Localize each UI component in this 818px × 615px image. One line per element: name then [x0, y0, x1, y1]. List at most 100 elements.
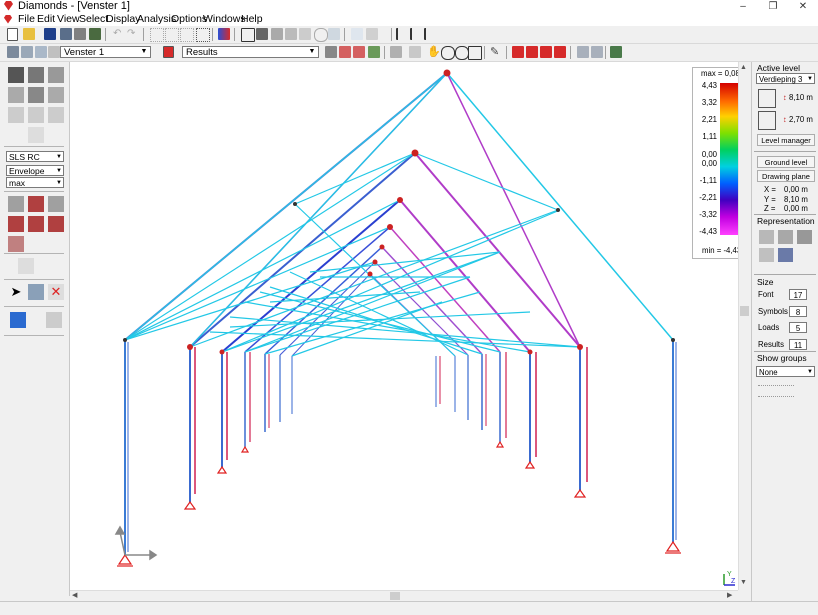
- phase-icon[interactable]: [299, 28, 311, 40]
- window-select[interactable]: Venster 1 ▼: [60, 46, 151, 58]
- node-icon[interactable]: [28, 87, 44, 103]
- diagram-d-icon[interactable]: [512, 46, 524, 58]
- new-file-icon[interactable]: [7, 28, 18, 41]
- settings-view-icon[interactable]: [610, 46, 622, 58]
- rotate-icon[interactable]: [409, 46, 421, 58]
- diagram-v-icon[interactable]: [554, 46, 566, 58]
- wireframe-view-icon[interactable]: [759, 230, 774, 244]
- member-load-icon[interactable]: [28, 67, 44, 83]
- open-folder-icon[interactable]: [23, 28, 35, 40]
- close-window-icon[interactable]: [48, 46, 60, 58]
- zoom-extents-icon[interactable]: [468, 46, 482, 60]
- buckling-icon[interactable]: [8, 236, 24, 252]
- shear-icon[interactable]: [48, 196, 64, 212]
- minimize-button[interactable]: –: [728, 0, 758, 13]
- check-icon[interactable]: [328, 28, 340, 40]
- cross-section-icon[interactable]: [271, 28, 283, 40]
- pan-hand-icon[interactable]: ✋: [427, 46, 441, 58]
- filter-red2-icon[interactable]: [353, 46, 365, 58]
- building-bottom-icon[interactable]: [758, 111, 776, 130]
- line-tool-icon[interactable]: [28, 284, 44, 300]
- size-results-input[interactable]: 11: [789, 339, 807, 350]
- menu-view[interactable]: View: [57, 13, 80, 26]
- print-preview-icon[interactable]: [60, 28, 72, 40]
- maximize-button[interactable]: ❐: [758, 0, 788, 13]
- grid-select3-icon[interactable]: [180, 28, 194, 42]
- group-filter-icon[interactable]: [758, 385, 794, 397]
- zoom-window-icon[interactable]: [325, 46, 337, 58]
- load-combination-select[interactable]: SLS RC ▼: [6, 151, 64, 162]
- window-icon[interactable]: [7, 46, 19, 58]
- select-icon[interactable]: [390, 46, 402, 58]
- view-table-icon[interactable]: [241, 28, 255, 42]
- steel-icon[interactable]: [285, 28, 297, 40]
- disabled-tool-icon[interactable]: [18, 258, 34, 274]
- save-icon[interactable]: [44, 28, 56, 40]
- grid-select2-icon[interactable]: [165, 28, 179, 42]
- surface-load-icon[interactable]: [48, 67, 64, 83]
- redo-icon[interactable]: ↷: [127, 28, 139, 40]
- deformation-icon[interactable]: [8, 196, 24, 212]
- clock-icon[interactable]: [314, 28, 328, 42]
- report-icon[interactable]: [351, 28, 363, 40]
- vertical-scrollbar[interactable]: ▲ ▼: [738, 62, 751, 590]
- undo-icon[interactable]: ↶: [113, 28, 125, 40]
- copy-view-icon[interactable]: [591, 46, 603, 58]
- spring-icon[interactable]: [28, 127, 44, 143]
- size-symbols-input[interactable]: 8: [789, 306, 807, 317]
- support-icon[interactable]: [8, 87, 24, 103]
- tile-icon[interactable]: [21, 46, 33, 58]
- level-manager-button[interactable]: Level manager: [757, 134, 815, 146]
- drawing-canvas[interactable]: Y Z: [70, 62, 738, 590]
- menu-display[interactable]: Display: [106, 13, 140, 26]
- section-view-icon[interactable]: [797, 230, 812, 244]
- layer-icon[interactable]: [368, 46, 380, 58]
- beam-icon[interactable]: [48, 87, 64, 103]
- results-view-icon[interactable]: [163, 46, 174, 58]
- building-top-icon[interactable]: [758, 89, 776, 108]
- close-button[interactable]: ✕: [788, 0, 818, 13]
- pointer-arrow-icon[interactable]: ➤: [8, 284, 24, 300]
- view-select[interactable]: Results ▼: [182, 46, 319, 58]
- horizontal-scroll-thumb[interactable]: [390, 592, 400, 600]
- minmax-select[interactable]: max ▼: [6, 177, 64, 188]
- ground-level-button[interactable]: Ground level: [757, 156, 815, 168]
- scroll-right-icon[interactable]: ▶: [727, 591, 732, 599]
- zoom-in-icon[interactable]: [455, 46, 469, 60]
- calculator-icon[interactable]: [256, 28, 268, 40]
- scroll-down-icon[interactable]: ▼: [740, 579, 747, 586]
- result-colors-icon[interactable]: [218, 28, 230, 40]
- column-icon[interactable]: [8, 107, 24, 123]
- moment-icon[interactable]: [28, 196, 44, 212]
- grid-dots-icon[interactable]: [196, 28, 210, 42]
- load-case-icon[interactable]: [8, 67, 24, 83]
- diagram-m-icon[interactable]: [540, 46, 552, 58]
- zoom-out-icon[interactable]: [441, 46, 455, 60]
- show-groups-select[interactable]: None ▼: [756, 366, 815, 377]
- envelope-select[interactable]: Envelope ▼: [6, 165, 64, 176]
- size-font-input[interactable]: 17: [789, 289, 807, 300]
- size-loads-input[interactable]: 5: [789, 322, 807, 333]
- profile-icon[interactable]: [28, 107, 44, 123]
- menu-file[interactable]: File: [18, 13, 35, 26]
- reaction-icon[interactable]: [8, 216, 24, 232]
- filter-red-icon[interactable]: [339, 46, 351, 58]
- measure-icon[interactable]: ✎: [490, 46, 502, 58]
- plate-edit-icon[interactable]: [46, 312, 62, 328]
- grid-icon[interactable]: [366, 28, 378, 40]
- plate-result-icon[interactable]: [10, 312, 26, 328]
- scroll-left-icon[interactable]: ◀: [72, 591, 77, 599]
- menu-windows[interactable]: Windows: [203, 13, 246, 26]
- diamond-app-icon[interactable]: [3, 15, 13, 24]
- unity-check-icon[interactable]: [48, 216, 64, 232]
- menu-edit[interactable]: Edit: [37, 13, 55, 26]
- vertical-scroll-thumb[interactable]: [740, 306, 749, 316]
- stress-icon[interactable]: [28, 216, 44, 232]
- render-view-icon[interactable]: [759, 248, 774, 262]
- align-right-icon[interactable]: [424, 28, 438, 40]
- grid-select-icon[interactable]: [150, 28, 164, 42]
- menu-select[interactable]: Select: [79, 13, 108, 26]
- shaded-view-icon[interactable]: [778, 248, 793, 262]
- scroll-up-icon[interactable]: ▲: [740, 64, 747, 71]
- align-center-icon[interactable]: [410, 28, 424, 40]
